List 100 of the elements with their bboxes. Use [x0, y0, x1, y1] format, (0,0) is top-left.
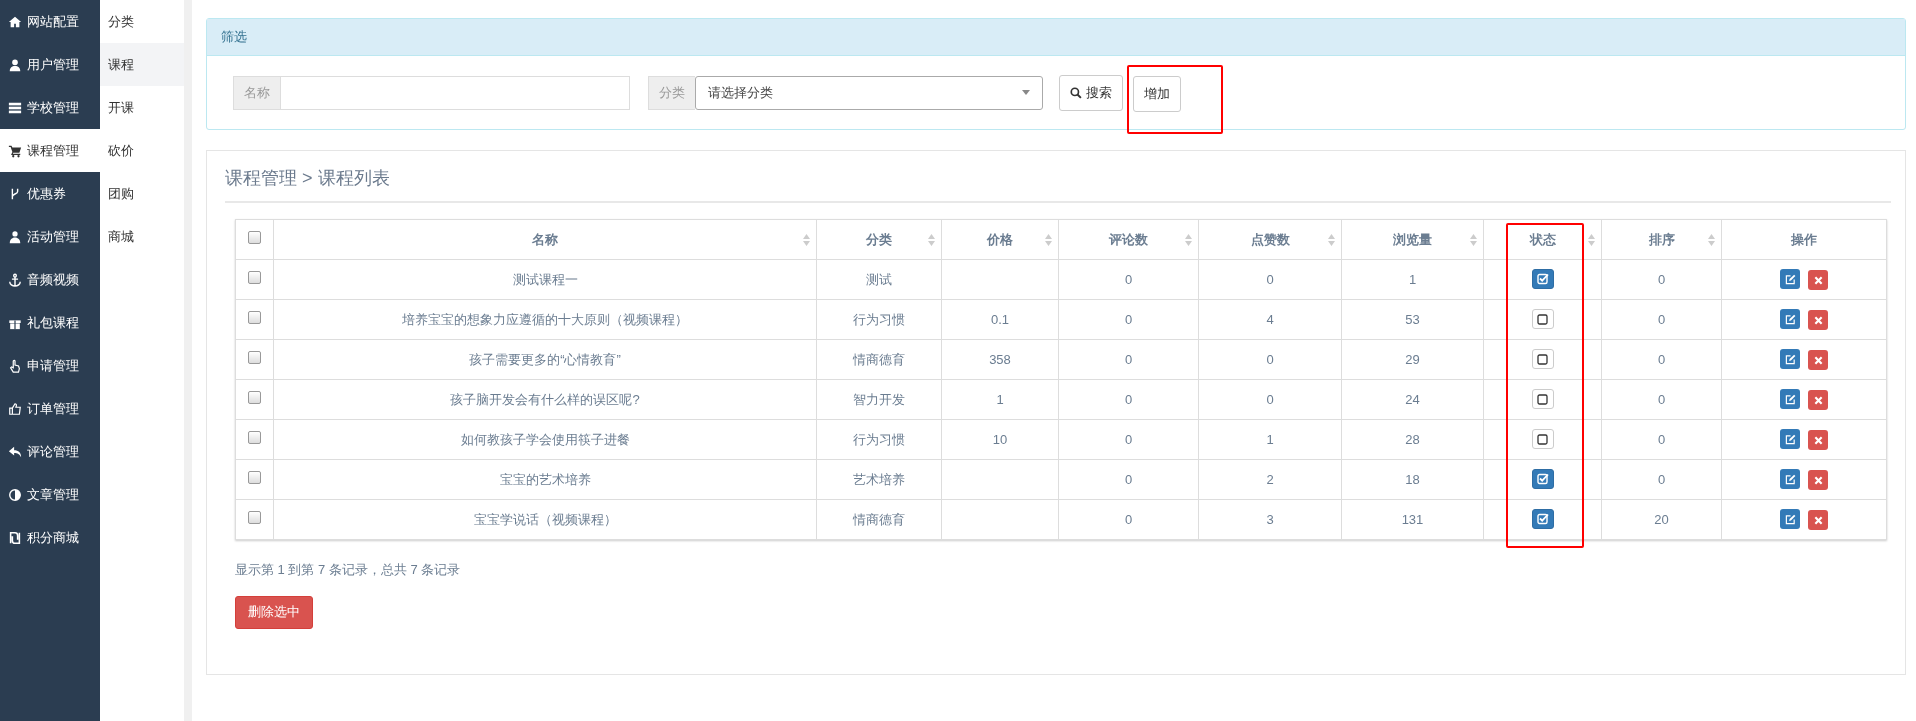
table-cell: 0 — [1657, 471, 1666, 487]
table-cell: 0.1 — [990, 311, 1010, 327]
close-icon — [1813, 275, 1823, 285]
delete-button[interactable] — [1808, 430, 1828, 450]
empty-box-icon — [1537, 393, 1548, 405]
sidebar-item[interactable]: 优惠券 — [0, 172, 100, 215]
name-input-field[interactable] — [280, 75, 630, 110]
column-header[interactable]: 评论数 — [1058, 219, 1199, 260]
edit-icon — [1784, 433, 1796, 445]
category-select[interactable]: 请选择分类 — [695, 75, 1043, 110]
empty-box-icon — [1537, 353, 1548, 365]
column-header[interactable]: 分类 — [816, 219, 942, 260]
edit-button[interactable] — [1780, 509, 1800, 529]
delete-button[interactable] — [1808, 310, 1828, 330]
anchor-icon — [8, 272, 22, 287]
sidebar-item[interactable]: 学校管理 — [0, 86, 100, 129]
column-header[interactable]: 点赞数 — [1198, 219, 1342, 260]
row-checkbox[interactable] — [248, 431, 261, 444]
column-header[interactable]: 排序 — [1601, 219, 1722, 260]
table-cell: 情商德育 — [853, 351, 905, 367]
table-cell: 0 — [1657, 431, 1666, 447]
table-cell: 0 — [1657, 391, 1666, 407]
reply-icon — [8, 444, 22, 459]
server-icon — [8, 100, 22, 115]
table-cell: 智力开发 — [853, 391, 905, 407]
close-icon — [1813, 475, 1823, 485]
delete-button[interactable] — [1808, 350, 1828, 370]
delete-button[interactable] — [1808, 510, 1828, 530]
close-icon — [1813, 515, 1823, 525]
submenu-item[interactable]: 分类 — [100, 0, 184, 43]
table-cell: 0 — [1657, 351, 1666, 367]
record-summary: 显示第 1 到第 7 条记录，总共 7 条记录 — [235, 561, 462, 579]
edit-button[interactable] — [1780, 349, 1800, 369]
caret-icon — [1022, 90, 1030, 95]
table-cell: 1 — [996, 391, 1004, 407]
status-toggle[interactable] — [1531, 508, 1554, 529]
submenu-item[interactable]: 团购 — [100, 172, 184, 215]
edit-button[interactable] — [1780, 429, 1800, 449]
row-checkbox[interactable] — [248, 391, 261, 404]
sidebar-item[interactable]: 评论管理 — [0, 430, 100, 473]
column-header[interactable]: 操作 — [1721, 219, 1887, 260]
table-cell: 行为习惯 — [853, 431, 905, 447]
delete-button[interactable] — [1808, 470, 1828, 490]
edit-button[interactable] — [1780, 469, 1800, 489]
table-cell: 0 — [1657, 311, 1666, 327]
empty-box-icon — [1537, 313, 1548, 325]
column-header[interactable]: 状态 — [1483, 219, 1602, 260]
submenu-item[interactable]: 课程 — [100, 43, 184, 86]
submenu-item[interactable]: 商城 — [100, 215, 184, 258]
table-cell: 宝宝的艺术培养 — [499, 471, 591, 487]
checked-box-icon — [1536, 512, 1549, 525]
table-cell: 行为习惯 — [853, 311, 905, 327]
sidebar-item[interactable]: 用户管理 — [0, 43, 100, 86]
edit-icon — [1784, 393, 1796, 405]
sidebar-item[interactable]: 课程管理 — [0, 129, 100, 172]
table-cell: 0 — [1124, 271, 1133, 287]
edit-button[interactable] — [1780, 309, 1800, 329]
row-checkbox[interactable] — [248, 271, 261, 284]
delete-button[interactable] — [1808, 390, 1828, 410]
sidebar-item[interactable]: 申请管理 — [0, 344, 100, 387]
coin-icon — [8, 530, 22, 545]
edit-button[interactable] — [1780, 389, 1800, 409]
table-cell: 0 — [1266, 271, 1274, 287]
row-checkbox[interactable] — [248, 511, 261, 524]
sidebar-item[interactable]: 音频视频 — [0, 258, 100, 301]
delete-selected-button[interactable]: 删除选中 — [235, 595, 313, 629]
select-all-checkbox[interactable] — [248, 231, 261, 244]
column-header[interactable]: 浏览量 — [1341, 219, 1484, 260]
sidebar-item[interactable]: 礼包课程 — [0, 301, 100, 344]
table-cell: 28 — [1405, 431, 1420, 447]
edit-button[interactable] — [1780, 269, 1800, 289]
table-cell: 艺术培养 — [853, 471, 905, 487]
table-cell: 测试课程一 — [512, 271, 578, 287]
table-cell: 孩子脑开发会有什么样的误区呢? — [450, 391, 640, 407]
sidebar-item[interactable]: 网站配置 — [0, 0, 100, 43]
submenu-item[interactable]: 砍价 — [100, 129, 184, 172]
user-icon — [8, 229, 22, 244]
table-cell: 情商德育 — [853, 511, 905, 527]
table-cell: 测试 — [866, 271, 892, 287]
sidebar-item[interactable]: 文章管理 — [0, 473, 100, 516]
table-cell: 2 — [1266, 471, 1274, 487]
sidebar-item[interactable]: 活动管理 — [0, 215, 100, 258]
table-cell: 0 — [1657, 271, 1666, 287]
row-checkbox[interactable] — [248, 351, 261, 364]
table-cell: 0 — [1124, 431, 1133, 447]
submenu-item[interactable]: 开课 — [100, 86, 184, 129]
table-cell: 0 — [1266, 351, 1274, 367]
status-toggle[interactable] — [1531, 268, 1554, 289]
row-checkbox[interactable] — [248, 311, 261, 324]
status-toggle[interactable] — [1531, 468, 1554, 489]
add-button[interactable]: 增加 — [1133, 75, 1181, 112]
row-checkbox[interactable] — [248, 471, 261, 484]
sidebar-item[interactable]: 积分商城 — [0, 516, 100, 559]
delete-button[interactable] — [1808, 270, 1828, 290]
search-button[interactable]: 搜索 — [1059, 74, 1123, 111]
field-label: 名称 — [233, 75, 280, 110]
table-cell: 0 — [1266, 391, 1274, 407]
sidebar-item[interactable]: 订单管理 — [0, 387, 100, 430]
column-header[interactable]: 价格 — [941, 219, 1059, 260]
column-header[interactable]: 名称 — [273, 219, 817, 260]
